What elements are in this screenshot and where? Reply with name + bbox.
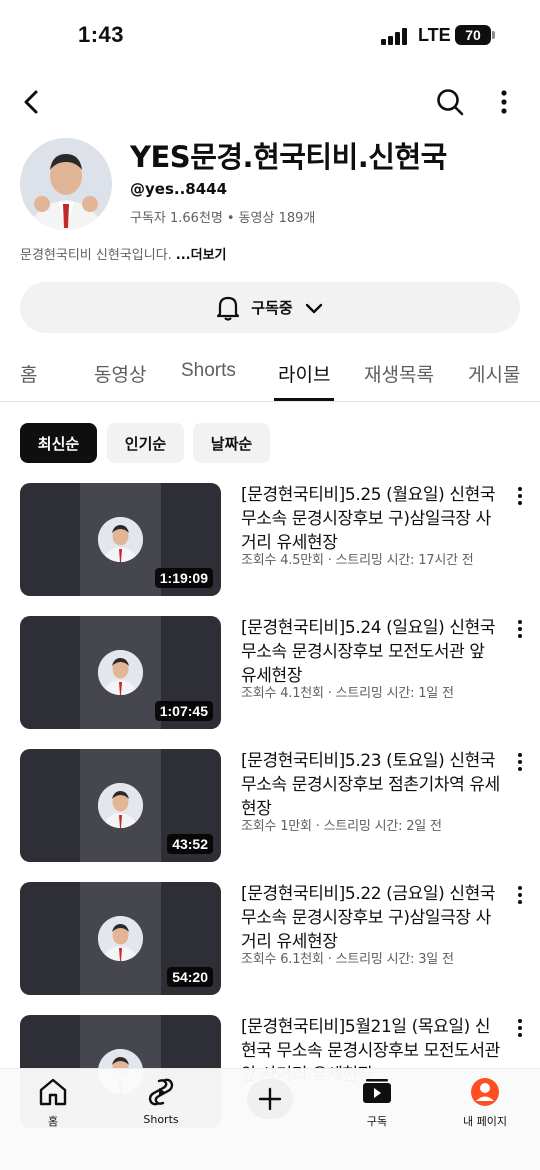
video-item[interactable]: 54:20 [문경현국티비]5.22 (금요일) 신현국 무소속 문경시장후보 … [0,882,540,1000]
video-count: 동영상 189개 [238,211,316,226]
video-item[interactable]: 43:52 [문경현국티비]5.23 (토요일) 신현국 무소속 문경시장후보 … [0,749,540,867]
more-link[interactable]: ...더보기 [176,248,227,263]
video-meta: 조회수 4.5만회 · 스트리밍 시간: 17시간 전 [241,553,474,568]
tab-home[interactable]: 홈 [20,360,37,387]
chevron-down-icon [305,303,322,313]
video-title[interactable]: [문경현국티비]5.22 (금요일) 신현국 무소속 문경시장후보 구)삼일극장… [241,882,503,954]
back-arrow-icon[interactable] [14,84,50,120]
profile-avatar-icon [471,1078,499,1106]
video-title[interactable]: [문경현국티비]5.25 (월요일) 신현국 무소속 문경시장후보 구)삼일극장… [241,483,503,555]
more-vertical-icon[interactable] [510,485,530,507]
chip-latest[interactable]: 최신순 [20,423,97,463]
subscribe-label: 구독중 [251,299,293,317]
bottom-nav: 홈 Shorts 구독 내 페이지 [0,1068,540,1170]
tab-videos[interactable]: 동영상 [94,360,146,387]
tab-playlists[interactable]: 재생목록 [364,360,434,387]
more-vertical-icon[interactable] [510,884,530,906]
video-thumbnail[interactable]: 1:19:09 [20,483,221,596]
more-vertical-icon[interactable] [488,84,520,120]
video-title[interactable]: [문경현국티비]5.23 (토요일) 신현국 무소속 문경시장후보 점촌기차역 … [241,749,503,821]
bell-icon [217,296,240,321]
nav-you-label: 내 페이지 [463,1115,507,1128]
tab-live[interactable]: 라이브 [278,360,330,387]
video-duration: 1:07:45 [154,701,213,721]
video-meta: 조회수 1만회 · 스트리밍 시간: 2일 전 [241,819,442,834]
video-thumbnail[interactable]: 54:20 [20,882,221,995]
nav-home[interactable]: 홈 [8,1077,98,1137]
description-text: 문경현국티비 신현국입니다. [20,248,172,263]
home-icon [39,1078,67,1106]
channel-stats: 구독자 1.66천명 • 동영상 189개 [130,207,315,226]
video-thumbnail[interactable]: 43:52 [20,749,221,862]
tab-shorts[interactable]: Shorts [181,360,236,382]
subscriber-count: 구독자 1.66천명 [130,211,223,226]
video-meta: 조회수 4.1천회 · 스트리밍 시간: 1일 전 [241,686,454,701]
battery-cap [492,31,495,39]
channel-tabs: 홈 동영상 Shorts 라이브 재생목록 게시물 [0,348,540,402]
more-vertical-icon[interactable] [510,1017,530,1039]
nav-home-label: 홈 [47,1115,59,1128]
chip-popular[interactable]: 인기순 [107,423,184,463]
thumbnail-avatar [98,650,143,695]
create-button[interactable] [247,1079,293,1119]
nav-you[interactable]: 내 페이지 [440,1077,530,1137]
video-title[interactable]: [문경현국티비]5.24 (일요일) 신현국 무소속 문경시장후보 모전도서관 … [241,616,503,688]
active-tab-indicator [274,398,334,401]
stats-separator: • [226,211,235,226]
nav-shorts-label: Shorts [143,1113,179,1126]
video-meta: 조회수 6.1천회 · 스트리밍 시간: 3일 전 [241,952,454,967]
tab-posts[interactable]: 게시물 [468,360,520,387]
search-icon[interactable] [432,84,468,120]
video-item[interactable]: 1:19:09 [문경현국티비]5.25 (월요일) 신현국 무소속 문경시장후… [0,483,540,601]
video-duration: 54:20 [167,967,213,987]
top-nav [0,72,540,132]
plus-icon [258,1087,282,1111]
nav-subscriptions[interactable]: 구독 [332,1077,422,1137]
video-thumbnail[interactable]: 1:07:45 [20,616,221,729]
battery-icon: 70 [455,25,491,45]
video-item[interactable]: 1:07:45 [문경현국티비]5.24 (일요일) 신현국 무소속 문경시장후… [0,616,540,734]
status-bar: 1:43 LTE 70 [0,0,540,72]
video-duration: 1:19:09 [154,568,213,588]
status-time: 1:43 [78,22,125,47]
channel-avatar[interactable] [20,138,112,230]
video-duration: 43:52 [167,834,213,854]
channel-name: YES문경.현국티비.신현국 [130,140,447,174]
shorts-icon [148,1078,174,1106]
thumbnail-avatar [98,916,143,961]
thumbnail-avatar [98,783,143,828]
more-vertical-icon[interactable] [510,751,530,773]
channel-handle: @yes..8444 [130,180,228,198]
subscriptions-icon [363,1079,391,1103]
thumbnail-avatar [98,517,143,562]
chip-date[interactable]: 날짜순 [193,423,270,463]
signal-icon [381,28,409,45]
network-label: LTE [418,25,451,45]
nav-subscriptions-label: 구독 [366,1115,388,1128]
subscribed-button[interactable]: 구독중 [20,282,520,333]
nav-shorts[interactable]: Shorts [116,1077,206,1137]
channel-description[interactable]: 문경현국티비 신현국입니다. ...더보기 [20,244,227,263]
more-vertical-icon[interactable] [510,618,530,640]
